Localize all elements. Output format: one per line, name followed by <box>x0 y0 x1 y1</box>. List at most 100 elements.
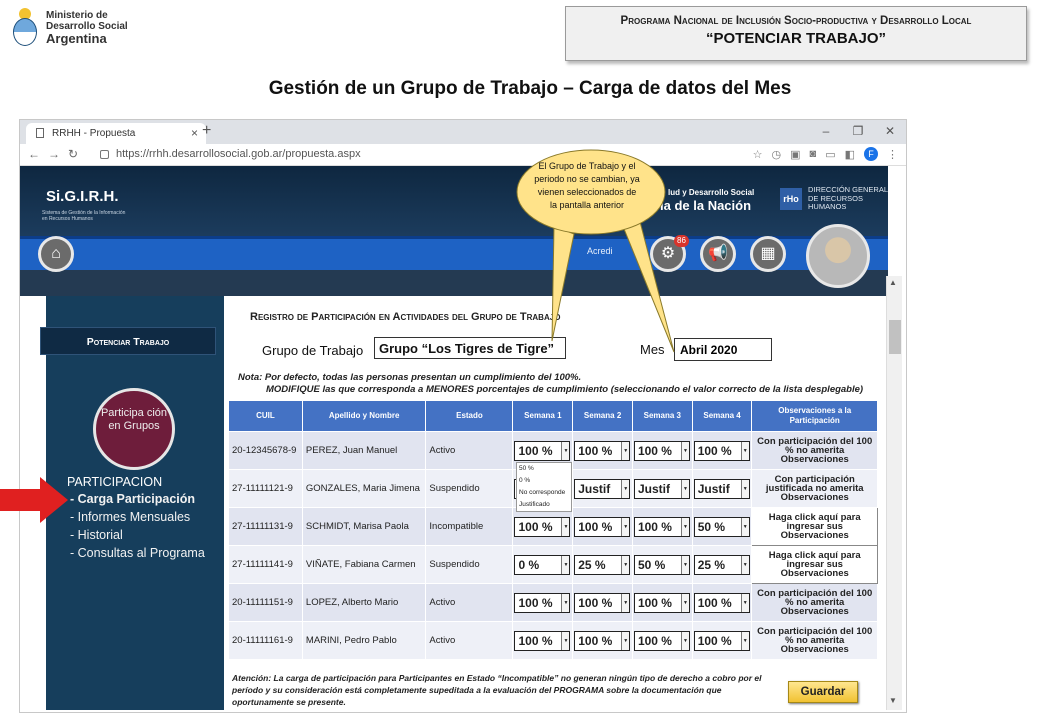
home-icon[interactable]: ⌂ <box>38 236 74 272</box>
dropdown-arrow-icon[interactable]: ▼ <box>680 517 689 536</box>
dropdown-option[interactable]: 50 % <box>519 463 571 475</box>
observaciones-cell[interactable]: Haga click aquí para ingresar sus Observ… <box>751 507 878 546</box>
translate-icon[interactable]: ◧ <box>845 148 855 161</box>
slide: Ministerio de Desarrollo Social Argentin… <box>0 0 1040 720</box>
dropdown-arrow-icon[interactable]: ▼ <box>561 441 570 460</box>
semana4-select[interactable]: 100 % ▼ <box>693 630 750 651</box>
grupo-label: Grupo de Trabajo <box>262 343 364 358</box>
user-avatar[interactable] <box>806 224 870 288</box>
nav-buttons[interactable]: ←→↻ <box>28 147 86 161</box>
semana4-select[interactable]: 50 % ▼ <box>693 516 750 537</box>
semana1-dropdown-list[interactable]: 50 % 0 % No corresponde Justificado <box>516 462 572 512</box>
semana1-select[interactable]: 100 % ▼ <box>514 592 571 613</box>
camera-icon[interactable]: ◙ <box>810 148 817 160</box>
dropdown-arrow-icon[interactable]: ▼ <box>740 517 749 536</box>
bookmark-star-icon[interactable]: ☆ <box>753 148 763 161</box>
menu-item-informes[interactable]: - Informes Mensuales <box>70 510 190 524</box>
potenciar-trabajo-box[interactable]: Potenciar Trabajo <box>40 327 216 355</box>
select-value: 100 % <box>697 633 732 648</box>
semana2-select[interactable]: 100 % ▼ <box>574 516 631 537</box>
menu-item-carga[interactable]: - Carga Participación <box>70 492 195 506</box>
semana3-select[interactable]: 100 % ▼ <box>633 516 690 537</box>
dropdown-arrow-icon[interactable]: ▼ <box>740 441 749 460</box>
semana4-select[interactable]: 100 % ▼ <box>693 440 750 461</box>
semana3-select[interactable]: 100 % ▼ <box>633 630 690 651</box>
rho-logo: rHo <box>780 188 802 210</box>
dropdown-arrow-icon[interactable]: ▼ <box>621 441 630 460</box>
url-field[interactable]: https://rrhh.desarrollosocial.gob.ar/pro… <box>116 148 361 160</box>
semana1-select[interactable]: 100 % ▼ <box>514 516 571 537</box>
semana3-select[interactable]: 50 % ▼ <box>633 554 690 575</box>
dropdown-option[interactable]: 0 % <box>519 475 571 487</box>
table-row: 27-11111131-9 SCHMIDT, Marisa Paola Incomp… <box>228 507 878 546</box>
cuil-cell: 27-11111141-9 <box>228 545 303 584</box>
page-info-icon[interactable] <box>100 150 109 159</box>
new-tab-button[interactable]: + <box>202 122 211 140</box>
close-window-button[interactable]: ✕ <box>874 120 906 142</box>
nota-line2: MODIFIQUE las que corresponda a MENORES … <box>266 384 864 395</box>
dropdown-arrow-icon[interactable]: ▼ <box>561 631 570 650</box>
semana4-select[interactable]: 25 % ▼ <box>693 554 750 575</box>
cast-icon[interactable]: ▭ <box>825 148 835 161</box>
history-icon[interactable]: ◷ <box>772 148 782 161</box>
dropdown-arrow-icon[interactable]: ▼ <box>561 593 570 612</box>
dropdown-arrow-icon[interactable]: ▼ <box>680 479 689 498</box>
dropdown-arrow-icon[interactable]: ▼ <box>621 517 630 536</box>
menu-dots-icon[interactable]: ⋮ <box>887 148 898 161</box>
dropdown-arrow-icon[interactable]: ▼ <box>621 593 630 612</box>
semana2-select[interactable]: 100 % ▼ <box>574 630 631 651</box>
semana3-select[interactable]: Justif ▼ <box>633 478 690 499</box>
scroll-thumb[interactable] <box>889 320 901 354</box>
semana3-cell: 100 % ▼ <box>631 621 693 660</box>
semana3-select[interactable]: 100 % ▼ <box>633 592 690 613</box>
semana3-cell: 100 % ▼ <box>631 583 693 622</box>
extension-icon[interactable]: ▣ <box>790 148 800 161</box>
address-bar: ←→↻ https://rrhh.desarrollosocial.gob.ar… <box>20 144 906 166</box>
dropdown-arrow-icon[interactable]: ▼ <box>740 479 749 498</box>
semana3-cell: 50 % ▼ <box>631 545 693 584</box>
minimize-button[interactable]: – <box>810 120 842 142</box>
scroll-down-icon[interactable]: ▼ <box>889 696 897 705</box>
participation-table: CUIL Apellido y Nombre Estado Semana 1 S… <box>228 400 878 660</box>
participacion-grupos-button[interactable]: Participa ción en Grupos <box>93 388 175 470</box>
dropdown-arrow-icon[interactable]: ▼ <box>680 555 689 574</box>
dropdown-arrow-icon[interactable]: ▼ <box>621 631 630 650</box>
semana2-select[interactable]: 100 % ▼ <box>574 592 631 613</box>
page-scrollbar[interactable]: ▲ ▼ <box>886 276 902 710</box>
dropdown-arrow-icon[interactable]: ▼ <box>680 631 689 650</box>
tab-close-icon[interactable]: × <box>191 126 198 140</box>
semana4-cell: 100 % ▼ <box>691 583 753 622</box>
semana2-select[interactable]: 100 % ▼ <box>574 440 631 461</box>
semana1-select[interactable]: 0 % ▼ <box>514 554 571 575</box>
semana3-select[interactable]: 100 % ▼ <box>633 440 690 461</box>
dropdown-arrow-icon[interactable]: ▼ <box>680 441 689 460</box>
scroll-up-icon[interactable]: ▲ <box>889 278 897 287</box>
dropdown-option[interactable]: No corresponde <box>519 487 571 499</box>
semana2-select[interactable]: 25 % ▼ <box>574 554 631 575</box>
observaciones-cell[interactable]: Haga click aquí para ingresar sus Observ… <box>751 545 878 584</box>
dropdown-arrow-icon[interactable]: ▼ <box>740 631 749 650</box>
menu-item-consultas[interactable]: - Consultas al Programa <box>70 546 205 560</box>
select-value: 25 % <box>578 557 606 572</box>
sigirh-logo: Si.G.I.R.H. <box>46 188 119 205</box>
semana1-select[interactable]: 100 % ▼ <box>514 440 571 461</box>
semana4-select[interactable]: 100 % ▼ <box>693 592 750 613</box>
menu-item-historial[interactable]: - Historial <box>70 528 123 542</box>
dropdown-arrow-icon[interactable]: ▼ <box>740 593 749 612</box>
semana2-select[interactable]: Justif ▼ <box>574 478 631 499</box>
profile-avatar[interactable]: F <box>864 147 878 161</box>
dropdown-arrow-icon[interactable]: ▼ <box>621 479 630 498</box>
maximize-button[interactable]: ❐ <box>842 120 874 142</box>
semana4-select[interactable]: Justif ▼ <box>693 478 750 499</box>
semana1-select[interactable]: 100 % ▼ <box>514 630 571 651</box>
apps-grid-icon[interactable]: ▦ <box>750 236 786 272</box>
browser-tab[interactable]: RRHH - Propuesta × <box>26 123 206 144</box>
guardar-button[interactable]: Guardar <box>788 681 858 703</box>
dropdown-arrow-icon[interactable]: ▼ <box>621 555 630 574</box>
megaphone-icon[interactable]: 📢 <box>700 236 736 272</box>
dropdown-arrow-icon[interactable]: ▼ <box>740 555 749 574</box>
dropdown-option[interactable]: Justificado <box>519 499 571 511</box>
dropdown-arrow-icon[interactable]: ▼ <box>561 517 570 536</box>
dropdown-arrow-icon[interactable]: ▼ <box>680 593 689 612</box>
dropdown-arrow-icon[interactable]: ▼ <box>561 555 570 574</box>
